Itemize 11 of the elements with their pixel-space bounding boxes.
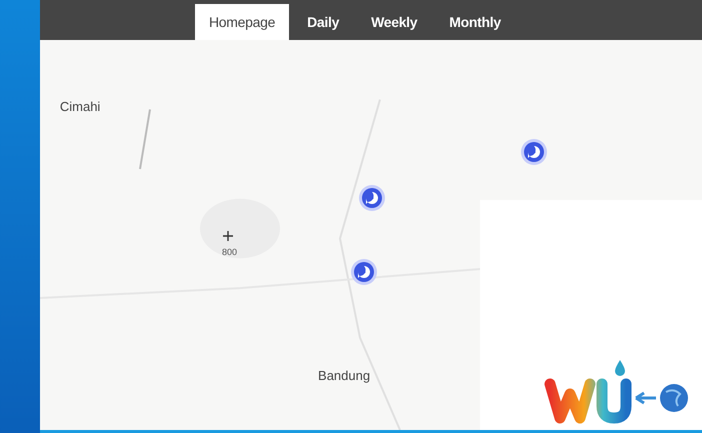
city-label: Cimahi: [60, 98, 100, 114]
peak-marker-icon: [222, 231, 233, 242]
nav-tab[interactable]: Weekly: [357, 4, 432, 40]
city-label: Bandung: [318, 368, 370, 383]
nav-tab[interactable]: Homepage: [195, 4, 290, 40]
elevation-label: 800: [222, 246, 238, 257]
station-marker-icon[interactable]: [358, 184, 386, 212]
station-marker-icon[interactable]: [350, 258, 378, 286]
station-marker-icon[interactable]: [520, 138, 548, 166]
nav-tab[interactable]: Monthly: [435, 4, 515, 40]
nav-tab[interactable]: Daily: [293, 4, 354, 40]
